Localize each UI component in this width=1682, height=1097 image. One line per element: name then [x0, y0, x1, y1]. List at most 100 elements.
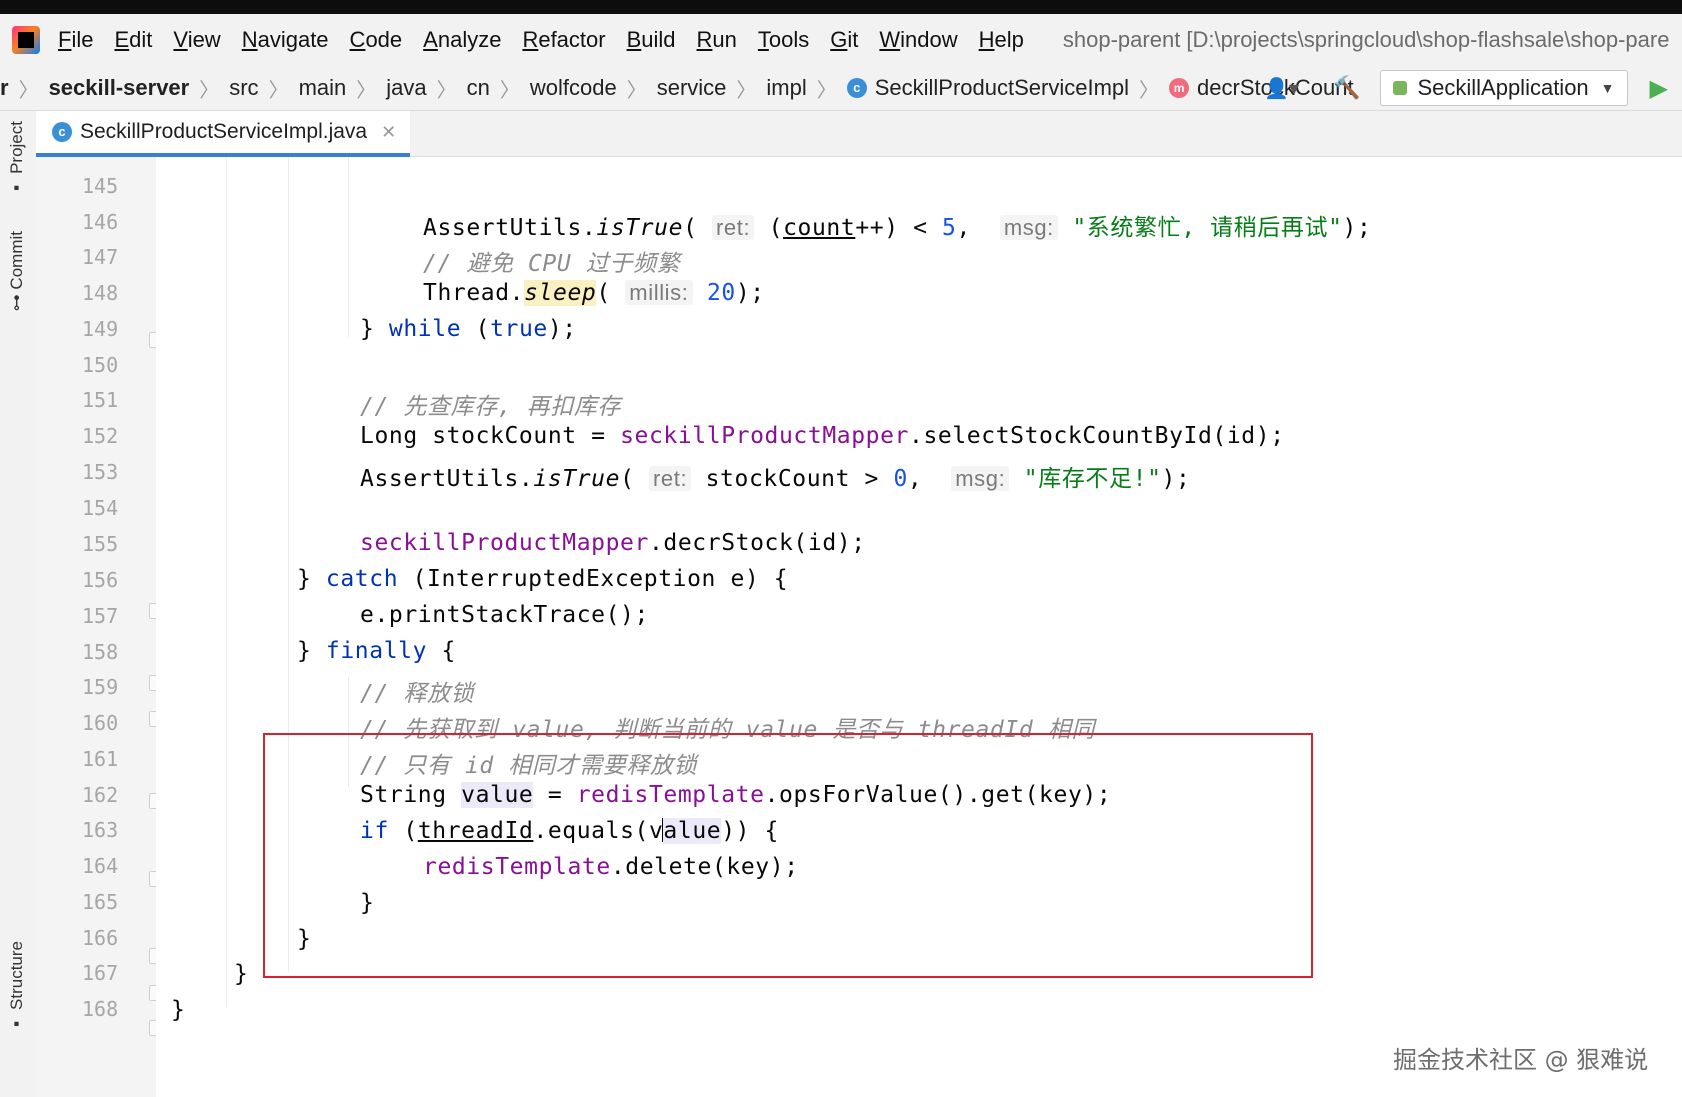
code-token: ); [1342, 215, 1372, 241]
code-line-155: seckillProductMapper.decrStock(id); [360, 530, 866, 556]
chevron-right-icon: 〉 [626, 79, 647, 102]
editor-tab-title: SeckillProductServiceImpl.java [80, 120, 368, 143]
menu-view[interactable]: View [173, 27, 220, 53]
code-token-number: 0 [893, 466, 908, 492]
line-number: 161 [82, 747, 119, 771]
code-token: ++) < [855, 215, 942, 241]
code-token-number: 20 [706, 280, 736, 306]
build-hammer-icon[interactable]: 🔨 [1333, 75, 1360, 101]
menu-edit[interactable]: Edit [114, 27, 152, 53]
breadcrumb-lead[interactable]: r [0, 75, 9, 101]
code-token-string: "库存不足!" [1023, 466, 1162, 492]
line-number: 165 [82, 890, 119, 914]
user-icon[interactable]: 👤▾ [1264, 76, 1299, 101]
menu-file[interactable]: File [58, 27, 93, 53]
breadcrumb-cn[interactable]: cn [467, 75, 490, 101]
project-tool-tab[interactable]: ▪ Project [7, 121, 27, 198]
line-number: 145 [82, 174, 119, 198]
code-token-field: seckillProductMapper [620, 423, 910, 449]
line-number: 163 [82, 818, 119, 842]
close-icon[interactable]: ✕ [381, 122, 396, 143]
code-line-157: e.printStackTrace(); [360, 602, 649, 628]
menu-refactor[interactable]: Refactor [522, 27, 605, 53]
chevron-right-icon: 〉 [436, 79, 457, 102]
code-token: Long stockCount = [360, 423, 621, 449]
code-token-method: isTrue [596, 215, 684, 241]
line-number: 159 [82, 675, 119, 699]
run-play-icon[interactable]: ▶ [1650, 74, 1668, 103]
project-tab-label: Project [7, 121, 26, 174]
menu-window[interactable]: Window [879, 27, 957, 53]
line-number: 168 [82, 997, 119, 1021]
line-number-gutter: 145 146 147 148 149 150 151 152 153 154 … [36, 157, 156, 1097]
structure-tool-tab[interactable]: ▪ Structure [7, 941, 27, 1034]
code-line-168: } [171, 997, 186, 1023]
breadcrumb-src[interactable]: src [229, 75, 258, 101]
menu-tools[interactable]: Tools [758, 27, 809, 53]
line-number: 158 [82, 640, 119, 664]
code-token: } [297, 638, 326, 664]
breadcrumb-class[interactable]: c SeckillProductServiceImpl [846, 75, 1130, 101]
breadcrumb-service[interactable]: service [657, 75, 727, 101]
commit-tab-label: Commit [7, 231, 26, 290]
line-number: 166 [82, 926, 119, 950]
code-token-keyword: finally [325, 638, 428, 664]
commit-tool-tab[interactable]: ⊶ Commit [7, 231, 27, 311]
menu-code[interactable]: Code [350, 27, 403, 53]
breadcrumb-main[interactable]: main [299, 75, 347, 101]
line-number: 151 [82, 388, 119, 412]
indent-guide [348, 157, 349, 337]
param-hint: ret: [648, 466, 692, 491]
line-number: 149 [82, 317, 119, 341]
breadcrumb-module[interactable]: seckill-server [49, 75, 190, 101]
breadcrumb-impl[interactable]: impl [766, 75, 806, 101]
code-line-146: AssertUtils.isTrue( ret: (count++) < 5, … [423, 208, 1371, 242]
code-token: ( [683, 215, 698, 241]
code-token-method: sleep [524, 280, 597, 306]
menu-navigate[interactable]: Navigate [242, 27, 329, 53]
code-token-field: seckillProductMapper [360, 530, 649, 556]
chevron-right-icon: 〉 [356, 79, 377, 102]
code-token: AssertUtils. [423, 215, 597, 241]
structure-tab-label: Structure [7, 941, 26, 1010]
highlight-annotation-box [263, 733, 1313, 978]
menu-analyze[interactable]: Analyze [423, 27, 501, 53]
code-token: , [907, 466, 923, 492]
code-line-156: } catch (InterruptedException e) { [297, 566, 788, 592]
class-icon: c [846, 78, 867, 98]
editor-tab-active[interactable]: c SeckillProductServiceImpl.java ✕ [36, 111, 411, 157]
menu-build[interactable]: Build [627, 27, 676, 53]
toolbar-right: 👤▾ 🔨 SeckillApplication ▼ ▶ [1264, 66, 1682, 110]
code-line-147: // 避免 CPU 过于频繁 [423, 251, 681, 277]
run-config-label: SeckillApplication [1417, 75, 1589, 100]
line-number: 160 [82, 711, 119, 735]
chevron-down-icon: ▼ [1600, 80, 1615, 96]
line-number: 148 [82, 281, 119, 305]
chevron-right-icon: 〉 [736, 79, 757, 102]
menu-git[interactable]: Git [830, 27, 858, 53]
code-line-158: } finally { [297, 638, 456, 664]
breadcrumb-wolfcode[interactable]: wolfcode [530, 75, 617, 101]
menu-help[interactable]: Help [979, 27, 1024, 53]
param-hint: ret: [711, 215, 755, 240]
code-token: } [360, 316, 389, 342]
code-line-149: } while (true); [360, 316, 577, 342]
code-token: ( [620, 466, 635, 492]
code-token: ); [735, 280, 765, 306]
code-token: } [297, 566, 326, 592]
breadcrumb-java[interactable]: java [386, 75, 426, 101]
chevron-right-icon: 〉 [18, 79, 39, 102]
project-path-title: shop-parent [D:\projects\springcloud\sho… [1062, 27, 1670, 52]
code-token: , [956, 215, 971, 241]
line-number: 156 [82, 568, 119, 592]
run-configuration-select[interactable]: SeckillApplication ▼ [1380, 70, 1628, 106]
code-token: Thread. [423, 280, 525, 306]
line-number: 150 [82, 353, 119, 377]
code-token: ); [1161, 466, 1191, 492]
breadcrumb-class-label: SeckillProductServiceImpl [874, 75, 1130, 100]
chevron-right-icon: 〉 [199, 79, 220, 102]
code-line-148: Thread.sleep( millis: 20); [423, 280, 765, 306]
menu-run[interactable]: Run [697, 27, 737, 53]
param-hint: millis: [625, 280, 693, 305]
menu-bar: File Edit View Navigate Code Analyze Ref… [0, 14, 1682, 66]
